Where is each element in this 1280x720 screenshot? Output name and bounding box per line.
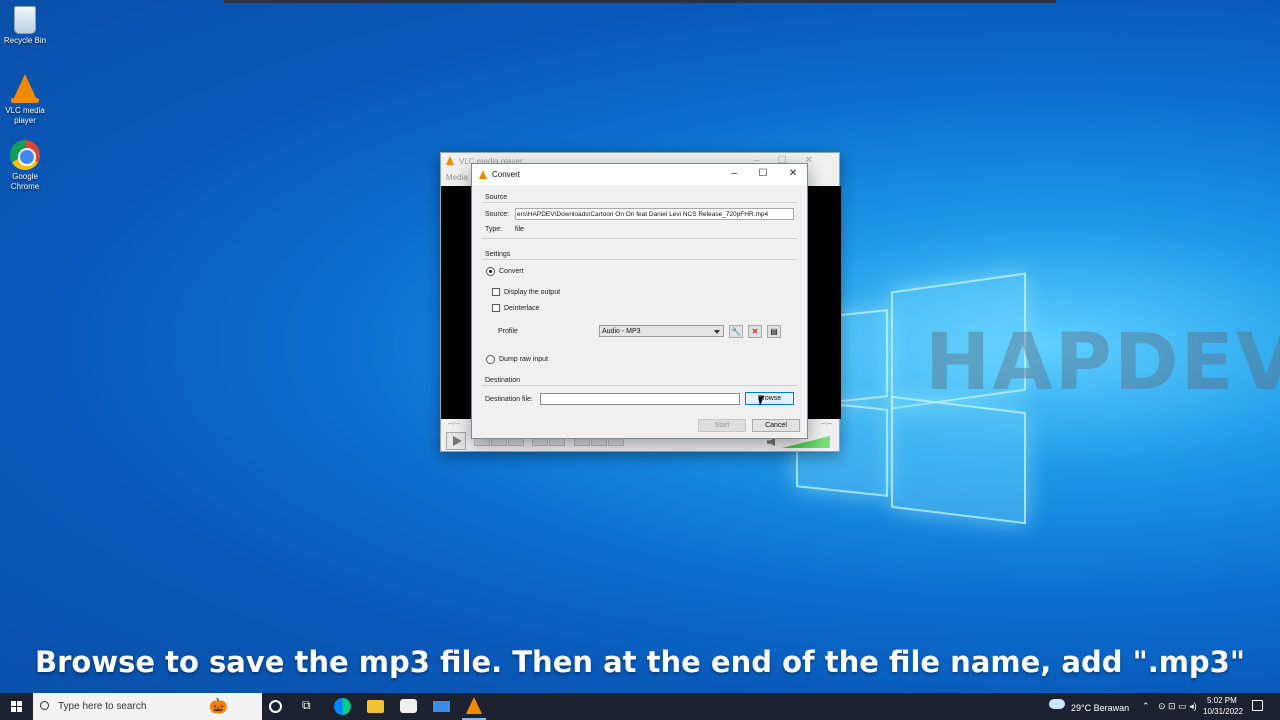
vlc-taskbar-icon[interactable] <box>466 697 483 714</box>
start-button[interactable]: Start <box>698 419 746 432</box>
chevron-up-icon[interactable]: ⌃ <box>1142 701 1150 720</box>
desktop-icon-label: Google Chrome <box>10 172 40 191</box>
clock-date[interactable]: 10/31/2022 <box>1203 707 1243 720</box>
delete-icon: ✕ <box>751 327 759 336</box>
desktop-icon-chrome[interactable]: Google Chrome <box>2 140 48 192</box>
mail-icon[interactable] <box>433 701 450 712</box>
play-button[interactable] <box>446 432 466 450</box>
type-label: Type: <box>485 226 503 233</box>
settings-group-label: Settings <box>485 251 511 258</box>
watermark: HAPDEV <box>925 318 1280 408</box>
profile-label: Profile <box>498 328 518 335</box>
source-label: Source: <box>485 211 510 218</box>
top-edge-bar <box>224 0 1056 3</box>
cortana-icon[interactable] <box>269 700 282 713</box>
dump-raw-radio[interactable] <box>486 355 495 364</box>
tutorial-caption: Browse to save the mp3 file. Then at the… <box>35 645 1245 679</box>
dump-raw-label: Dump raw input <box>499 356 549 363</box>
type-value: file <box>515 226 524 233</box>
desktop-icon-label: Recycle Bin <box>3 36 47 45</box>
start-button[interactable] <box>0 693 33 720</box>
destination-group-label: Destination <box>485 377 521 384</box>
profile-select-value: Audio - MP3 <box>602 328 641 335</box>
profile-select[interactable]: Audio - MP3 <box>599 325 724 337</box>
delete-profile-button[interactable]: ✕ <box>748 325 762 338</box>
weather-text[interactable]: 29°C Berawan <box>1071 703 1129 720</box>
weather-icon[interactable] <box>1049 699 1065 709</box>
cancel-button[interactable]: Cancel <box>752 419 800 432</box>
desktop-icon-vlc[interactable]: VLC media player <box>2 74 48 126</box>
browse-button[interactable]: Browse <box>745 392 794 405</box>
chevron-down-icon <box>714 330 720 334</box>
close-button[interactable]: ✕ <box>785 167 801 181</box>
minimize-button[interactable]: – <box>726 167 742 181</box>
dialog-title: Convert <box>492 170 521 179</box>
source-input[interactable]: ers\HAPDEV\Downloads\Cartoon On On feat … <box>515 208 794 220</box>
vlc-icon <box>10 74 40 104</box>
total-time: --:-- <box>820 421 832 428</box>
task-view-icon[interactable]: ⧉ <box>302 698 319 715</box>
vlc-cone-icon <box>479 170 487 179</box>
convert-dialog: Convert – ☐ ✕ Source Source: ers\HAPDEV\… <box>471 163 808 439</box>
new-profile-icon: ▤ <box>770 327 778 336</box>
recycle-bin-icon <box>14 6 36 34</box>
deinterlace-checkbox[interactable] <box>492 304 500 312</box>
new-profile-button[interactable]: ▤ <box>767 325 781 338</box>
vlc-cone-icon <box>446 156 454 165</box>
edge-icon[interactable] <box>334 698 351 715</box>
destination-file-input[interactable] <box>540 393 740 405</box>
desktop-icon-label: VLC media player <box>5 106 45 125</box>
convert-radio[interactable] <box>486 267 495 276</box>
wrench-icon: 🔧 <box>731 327 741 336</box>
notification-icon[interactable] <box>1252 700 1263 711</box>
source-group-label: Source <box>485 194 508 201</box>
search-highlight-icon: 🎃 <box>209 698 228 715</box>
taskbar: Type here to search 🎃 ⧉ 29°C Berawan ⌃ ⊙… <box>0 693 1280 720</box>
speaker-icon <box>767 438 775 446</box>
system-tray-icons[interactable]: ⊙ ⊡ ▭ ◂) <box>1158 701 1197 720</box>
deinterlace-label: Deinterlace <box>504 305 540 312</box>
desktop-icon-recycle-bin[interactable]: Recycle Bin <box>2 6 48 46</box>
chrome-icon <box>10 140 40 170</box>
destination-label: Destination file: <box>485 396 533 403</box>
file-explorer-icon[interactable] <box>367 700 384 713</box>
taskbar-search-box[interactable]: Type here to search 🎃 <box>33 693 262 720</box>
dialog-titlebar: Convert – ☐ ✕ <box>472 164 807 185</box>
elapsed-time: --:-- <box>448 421 460 428</box>
convert-radio-label: Convert <box>499 268 524 275</box>
maximize-button[interactable]: ☐ <box>755 167 771 181</box>
display-output-label: Display the output <box>504 289 561 296</box>
display-output-checkbox[interactable] <box>492 288 500 296</box>
search-icon <box>40 701 49 710</box>
search-placeholder: Type here to search <box>58 701 147 712</box>
store-icon[interactable] <box>400 699 417 713</box>
edit-profile-button[interactable]: 🔧 <box>729 325 743 338</box>
